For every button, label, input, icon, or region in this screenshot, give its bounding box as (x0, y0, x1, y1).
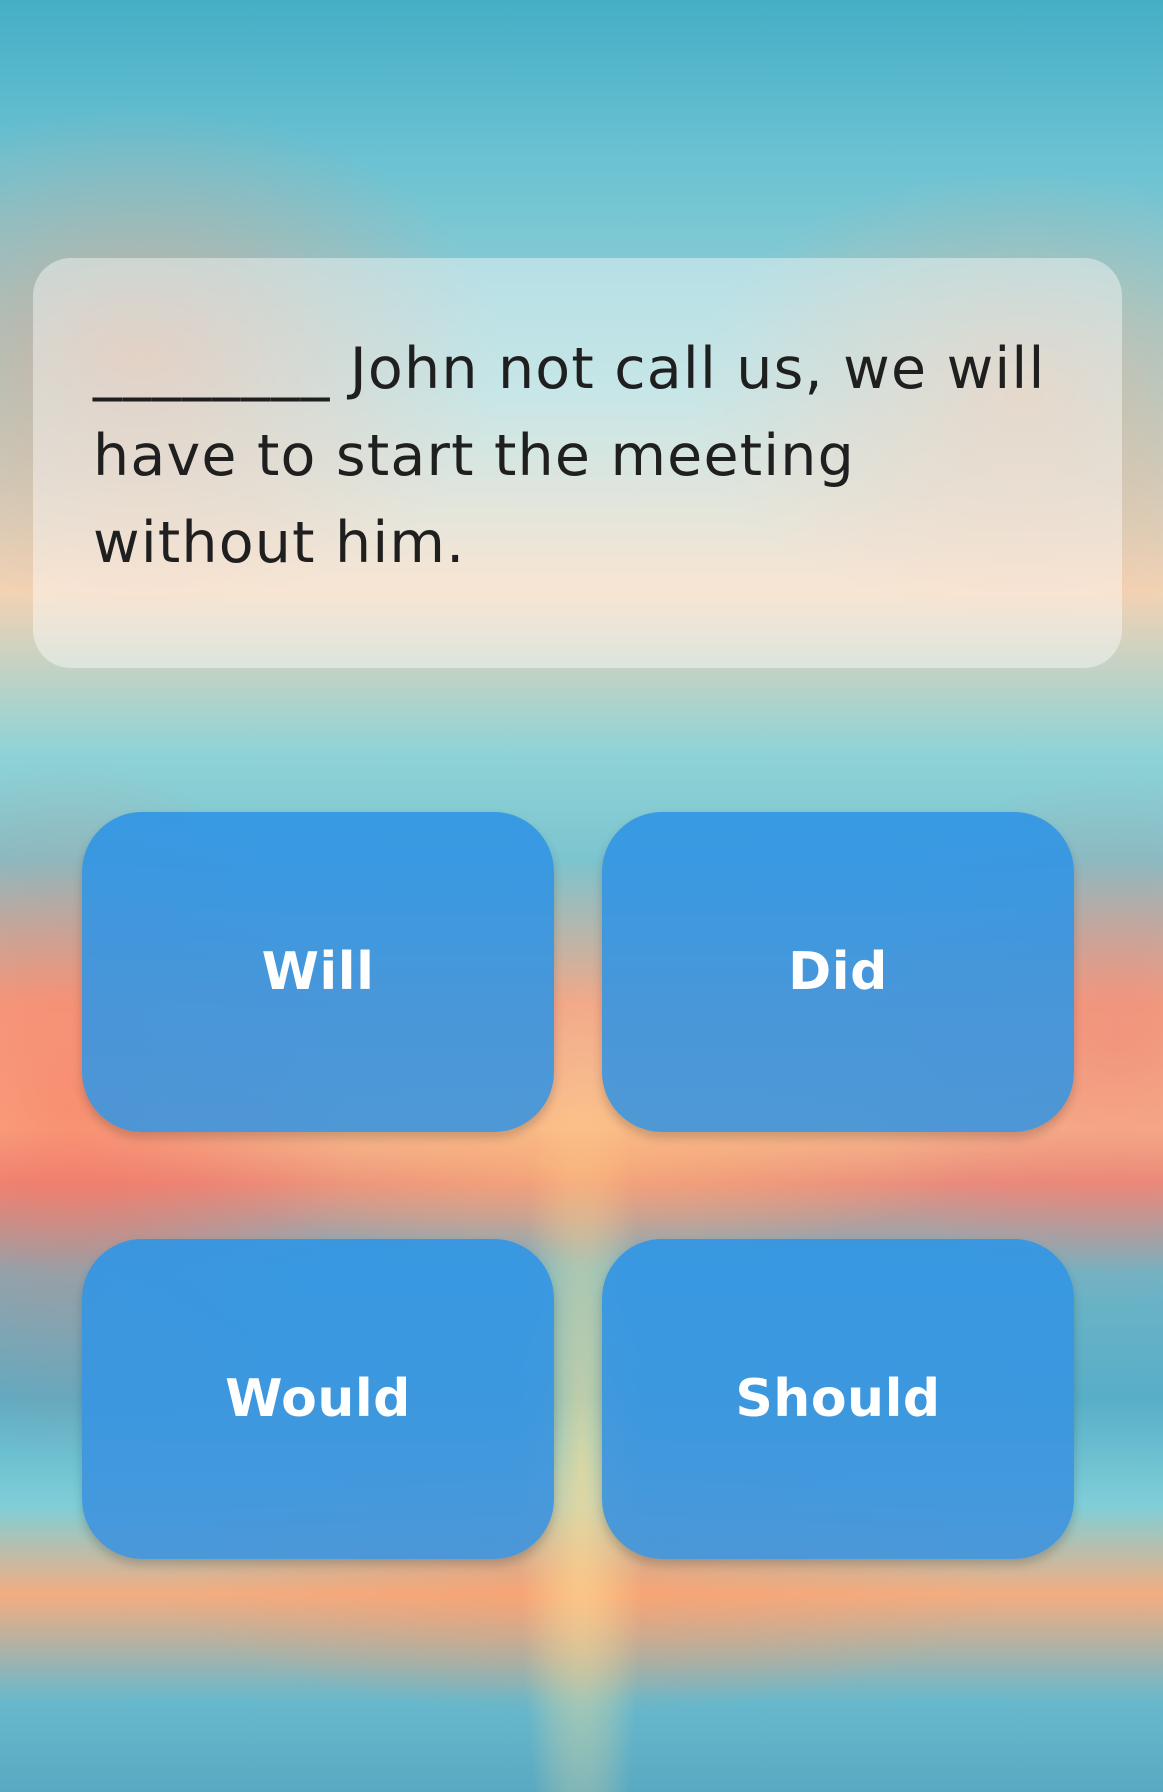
answer-button-will[interactable]: Will (82, 812, 554, 1132)
answer-label: Should (735, 1369, 941, 1429)
question-text: ________ John not call us, we will have … (93, 336, 1046, 576)
answer-label: Did (788, 942, 888, 1002)
answer-label: Would (225, 1369, 411, 1429)
answer-button-did[interactable]: Did (602, 812, 1074, 1132)
answer-label: Will (261, 942, 375, 1002)
question-card: ________ John not call us, we will have … (33, 258, 1122, 668)
answer-button-would[interactable]: Would (82, 1239, 554, 1559)
answer-button-should[interactable]: Should (602, 1239, 1074, 1559)
